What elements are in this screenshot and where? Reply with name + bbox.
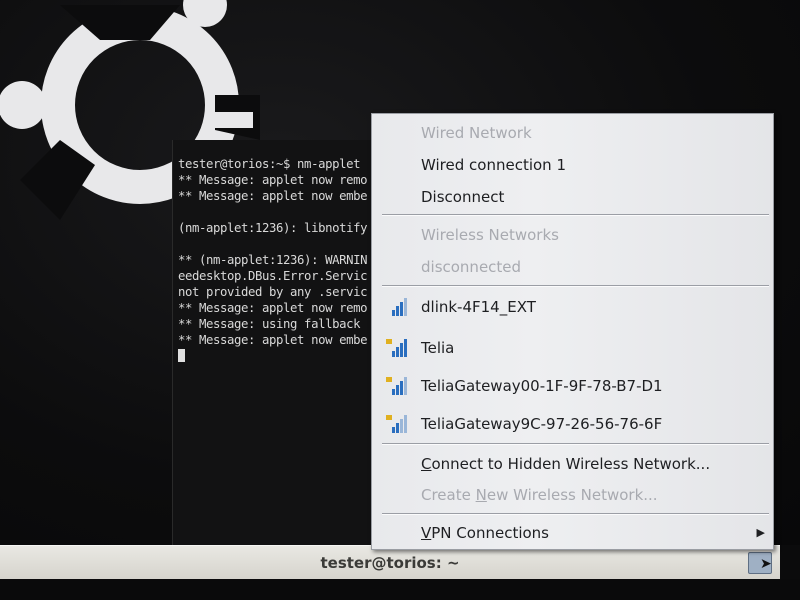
terminal-line: (nm-applet:1236): libnotify <box>178 221 368 235</box>
network-item[interactable]: dlink-4F14_EXT <box>421 294 536 320</box>
terminal-line: ** (nm-applet:1236): WARNIN <box>178 253 368 267</box>
terminal-line: eedesktop.DBus.Error.Servic <box>178 269 368 283</box>
wifi-signal-locked-icon <box>386 415 407 433</box>
menu-separator <box>382 513 769 515</box>
menu-separator <box>382 285 769 287</box>
network-item[interactable]: TeliaGateway00-1F-9F-78-B7-D1 <box>421 373 663 399</box>
terminal-line: ** Message: using fallback <box>178 317 361 331</box>
menu-item-label: Create <box>421 486 476 504</box>
menu-item-label: onnect to Hidden Wireless Network... <box>431 455 711 473</box>
menu-separator <box>382 443 769 445</box>
mnemonic: C <box>421 455 432 473</box>
vpn-connections-item[interactable]: VPN Connections <box>421 520 549 546</box>
wifi-signal-icon <box>392 298 407 316</box>
mnemonic: N <box>475 486 487 504</box>
terminal-line: tester@torios:~$ nm-applet <box>178 157 361 171</box>
terminal-line: not provided by any .servic <box>178 285 368 299</box>
terminal-line: ** Message: applet now embe <box>178 189 368 203</box>
mouse-pointer-icon: ➤ <box>760 556 772 572</box>
wifi-signal-locked-icon <box>386 339 407 357</box>
network-item[interactable]: TeliaGateway9C-97-26-56-76-6F <box>421 411 662 437</box>
wireless-networks-header: Wireless Networks <box>421 226 559 244</box>
create-new-network-item: Create New Wireless Network... <box>421 482 658 508</box>
menu-item-label: PN Connections <box>431 524 549 542</box>
network-menu: Wired Network Wired connection 1 Disconn… <box>371 113 774 550</box>
submenu-arrow-icon: ▶ <box>756 526 765 539</box>
menu-separator <box>382 214 769 216</box>
mnemonic: V <box>421 524 432 542</box>
wireless-status: disconnected <box>421 258 522 276</box>
terminal-cursor <box>178 349 185 362</box>
terminal-line: ** Message: applet now embe <box>178 333 368 347</box>
taskbar: tester@torios: ~ <box>0 545 780 580</box>
wired-network-header: Wired Network <box>421 124 532 142</box>
terminal-output: tester@torios:~$ nm-applet ** Message: a… <box>178 156 367 364</box>
wired-connection-item[interactable]: Wired connection 1 <box>421 152 566 178</box>
terminal-line: ** Message: applet now remo <box>178 173 368 187</box>
menu-item-label: ew Wireless Network... <box>486 486 658 504</box>
disconnect-item[interactable]: Disconnect <box>421 184 504 210</box>
taskbar-window-button[interactable]: tester@torios: ~ <box>0 554 780 572</box>
connect-hidden-network-item[interactable]: Connect to Hidden Wireless Network... <box>421 451 710 477</box>
wifi-signal-locked-icon <box>386 377 407 395</box>
terminal-line: ** Message: applet now remo <box>178 301 368 315</box>
network-item[interactable]: Telia <box>421 335 454 361</box>
screen-bottom-edge <box>0 579 800 600</box>
